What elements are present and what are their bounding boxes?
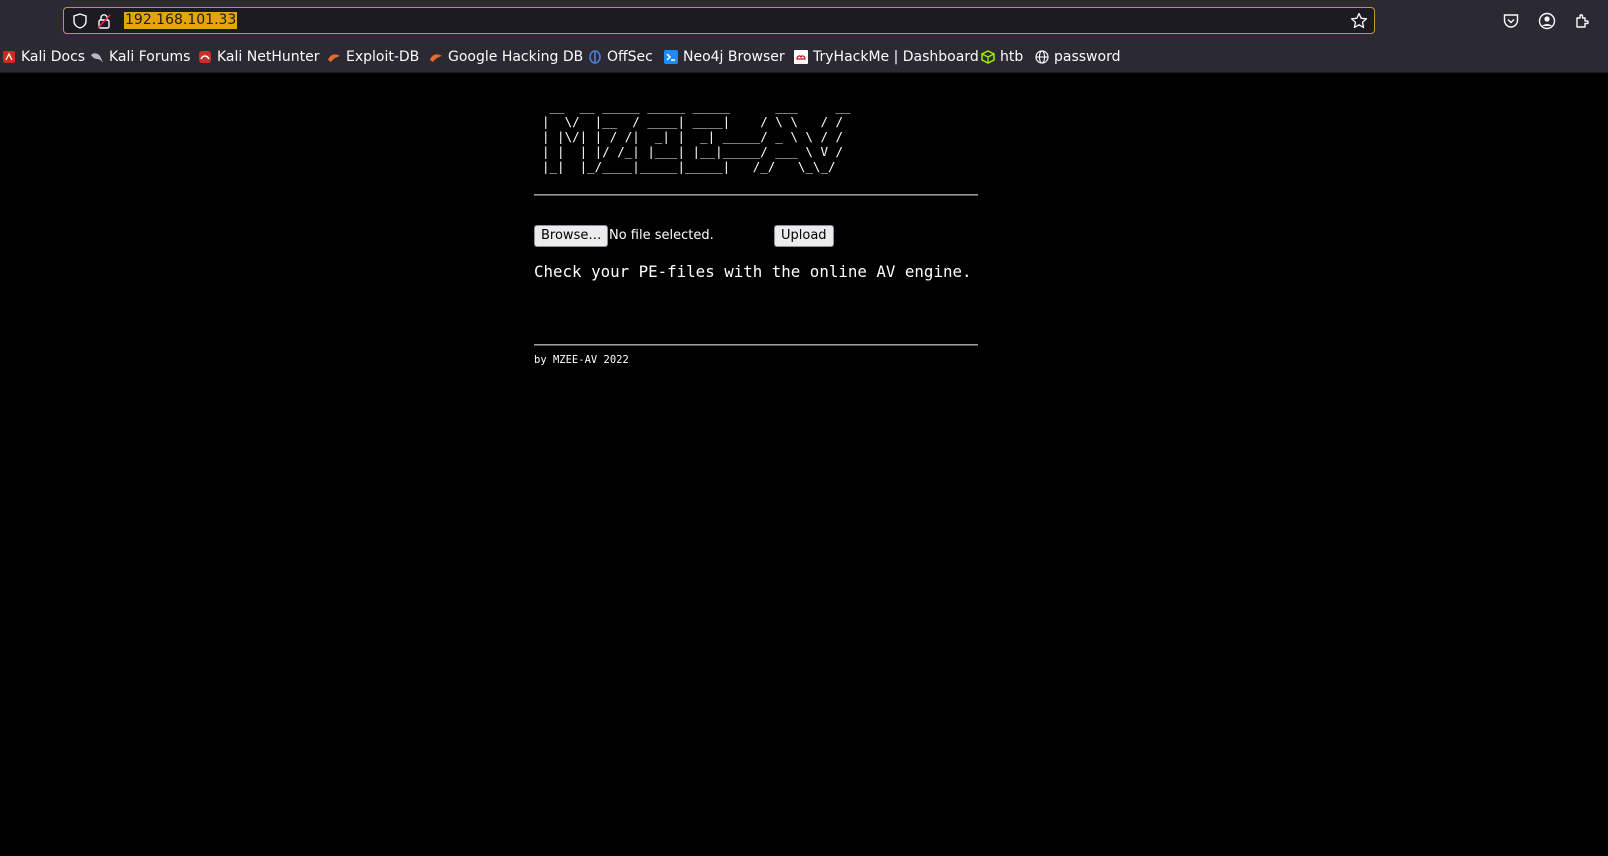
bookmarks-bar: Kali Docs Kali Forums Kali NetHunter Exp…	[0, 42, 1608, 73]
browser-toolbar: 192.168.101.33	[0, 0, 1608, 42]
account-icon[interactable]	[1538, 12, 1556, 30]
bookmark-google-hacking-db[interactable]: Google Hacking DB	[429, 47, 583, 67]
bookmark-star-icon[interactable]	[1350, 12, 1368, 30]
bookmark-label: TryHackMe | Dashboard	[813, 49, 979, 65]
bookmark-label: Neo4j Browser	[683, 49, 785, 65]
bookmark-label: Kali NetHunter	[217, 49, 320, 65]
browse-file-button[interactable]: Browse…	[534, 225, 609, 247]
tryhackme-icon	[794, 50, 808, 64]
url-text[interactable]: 192.168.101.33	[124, 12, 238, 29]
upload-button[interactable]: Upload	[774, 225, 834, 247]
nethunter-icon	[198, 50, 212, 64]
bookmark-label: htb	[1000, 49, 1024, 65]
bottom-divider	[534, 344, 978, 346]
bookmark-label: OffSec	[607, 49, 653, 65]
file-status-text: No file selected.	[609, 228, 714, 243]
bookmark-password[interactable]: password	[1035, 47, 1120, 67]
htb-cube-icon	[981, 50, 995, 64]
bookmark-tryhackme[interactable]: TryHackMe | Dashboard	[794, 47, 979, 67]
pocket-icon[interactable]	[1502, 12, 1520, 30]
kali-dragon-icon	[90, 50, 104, 64]
extensions-icon[interactable]	[1574, 12, 1592, 30]
bookmark-label: Exploit-DB	[346, 49, 420, 65]
neo4j-icon	[664, 50, 678, 64]
exploit-db-icon	[327, 50, 341, 64]
bookmark-offsec[interactable]: OffSec	[588, 47, 653, 67]
kali-docs-icon	[2, 50, 16, 64]
top-divider	[534, 194, 978, 196]
bookmark-neo4j-browser[interactable]: Neo4j Browser	[664, 47, 785, 67]
globe-icon	[1035, 50, 1049, 64]
lock-insecure-icon[interactable]	[96, 13, 112, 29]
shield-icon[interactable]	[72, 13, 88, 29]
bookmark-htb[interactable]: htb	[981, 47, 1023, 67]
mzee-av-ascii-logo: __ __ _____ _____ _____ ___ __ | \/ |__ …	[542, 99, 851, 174]
address-bar[interactable]: 192.168.101.33	[63, 7, 1375, 34]
ghdb-icon	[429, 50, 443, 64]
tagline-text: Check your PE-files with the online AV e…	[534, 262, 972, 281]
bookmark-label: password	[1054, 49, 1121, 65]
bookmark-kali-docs[interactable]: Kali Docs	[2, 47, 85, 67]
bookmark-label: Kali Forums	[109, 49, 191, 65]
footer-credit: by MZEE-AV 2022	[534, 354, 629, 366]
bookmark-kali-nethunter[interactable]: Kali NetHunter	[198, 47, 319, 67]
offsec-icon	[588, 50, 602, 64]
bookmark-kali-forums[interactable]: Kali Forums	[90, 47, 190, 67]
bookmark-label: Kali Docs	[21, 49, 86, 65]
bookmark-label: Google Hacking DB	[448, 49, 584, 65]
bookmark-exploit-db[interactable]: Exploit-DB	[327, 47, 419, 67]
